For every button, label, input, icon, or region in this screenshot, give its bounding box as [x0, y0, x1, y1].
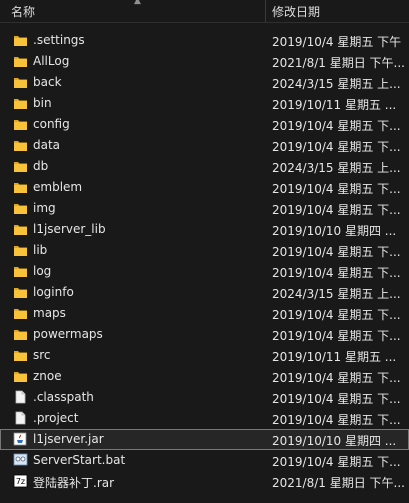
file-name: l1jserver_lib	[33, 222, 106, 236]
file-icon	[13, 411, 28, 425]
file-modified-date: 2019/10/4 星期五 下...	[272, 119, 401, 133]
file-name: loginfo	[33, 285, 74, 299]
file-modified-date: 2019/10/4 星期五 下...	[272, 371, 401, 385]
name-column-header[interactable]: 名称	[11, 3, 35, 20]
folder-icon	[13, 306, 28, 320]
file-name: emblem	[33, 180, 83, 194]
file-row[interactable]: AllLog 2021/8/1 星期日 下午...	[0, 51, 409, 72]
file-row[interactable]: ServerStart.bat 2019/10/4 星期五 下...	[0, 450, 409, 471]
file-modified-date: 2019/10/4 星期五 下...	[272, 413, 401, 427]
column-header: ▲ 名称 修改日期	[0, 0, 409, 23]
file-modified-date: 2019/10/4 星期五 下...	[272, 245, 401, 259]
file-modified-date: 2019/10/4 星期五 下...	[272, 455, 401, 469]
modified-date-column-header[interactable]: 修改日期	[272, 3, 320, 20]
file-modified-date: 2019/10/11 星期五 ...	[272, 350, 397, 364]
folder-icon	[13, 54, 28, 68]
file-name: 登陆器补丁.rar	[33, 476, 115, 490]
column-divider[interactable]	[265, 0, 266, 22]
file-row[interactable]: loginfo 2024/3/15 星期五 上...	[0, 282, 409, 303]
file-row[interactable]: .classpath 2019/10/4 星期五 下...	[0, 387, 409, 408]
file-row[interactable]: data 2019/10/4 星期五 下...	[0, 135, 409, 156]
file-modified-date: 2019/10/4 星期五 下...	[272, 203, 401, 217]
file-name: .settings	[33, 33, 85, 47]
file-name: bin	[33, 96, 52, 110]
file-modified-date: 2024/3/15 星期五 上...	[272, 77, 401, 91]
file-modified-date: 2024/3/15 星期五 上...	[272, 161, 401, 175]
file-icon	[13, 390, 28, 404]
file-name: log	[33, 264, 52, 278]
file-row[interactable]: back 2024/3/15 星期五 上...	[0, 72, 409, 93]
file-name: lib	[33, 243, 48, 257]
file-modified-date: 2019/10/4 星期五 下...	[272, 308, 401, 322]
folder-icon	[13, 201, 28, 215]
file-modified-date: 2024/3/15 星期五 上...	[272, 287, 401, 301]
folder-icon	[13, 180, 28, 194]
file-name: data	[33, 138, 61, 152]
file-list: .settings 2019/10/4 星期五 下午 AllLog 2021/8/1 …	[0, 30, 409, 492]
file-row[interactable]: l1jserver_lib 2019/10/10 星期四 ...	[0, 219, 409, 240]
sort-ascending-icon[interactable]: ▲	[134, 0, 144, 6]
file-modified-date: 2019/10/4 星期五 下...	[272, 329, 401, 343]
file-name: maps	[33, 306, 66, 320]
file-row[interactable]: 7z 登陆器补丁.rar 2021/8/1 星期日 下午...	[0, 471, 409, 492]
folder-icon	[13, 348, 28, 362]
file-name: back	[33, 75, 62, 89]
file-row[interactable]: config 2019/10/4 星期五 下...	[0, 114, 409, 135]
file-modified-date: 2021/8/1 星期日 下午...	[272, 476, 405, 490]
file-row[interactable]: lib 2019/10/4 星期五 下...	[0, 240, 409, 261]
file-modified-date: 2019/10/10 星期四 ...	[272, 224, 397, 238]
file-name: .classpath	[33, 390, 94, 404]
file-name: src	[33, 348, 51, 362]
file-row[interactable]: emblem 2019/10/4 星期五 下...	[0, 177, 409, 198]
file-name: config	[33, 117, 70, 131]
folder-icon	[13, 117, 28, 131]
svg-text:7z: 7z	[16, 477, 25, 486]
file-name: .project	[33, 411, 79, 425]
file-row[interactable]: powermaps 2019/10/4 星期五 下...	[0, 324, 409, 345]
file-modified-date: 2019/10/4 星期五 下...	[272, 182, 401, 196]
folder-icon	[13, 33, 28, 47]
file-modified-date: 2019/10/4 星期五 下...	[272, 392, 401, 406]
file-name: powermaps	[33, 327, 103, 341]
file-modified-date: 2019/10/4 星期五 下...	[272, 140, 401, 154]
file-explorer-list: ▲ 名称 修改日期 .settings 2019/10/4 星期五 下午 AllLo…	[0, 0, 409, 503]
file-row[interactable]: .project 2019/10/4 星期五 下...	[0, 408, 409, 429]
file-modified-date: 2019/10/11 星期五 ...	[272, 98, 397, 112]
jar-icon	[13, 432, 28, 446]
file-modified-date: 2019/10/10 星期四 ...	[272, 434, 397, 448]
folder-icon	[13, 243, 28, 257]
folder-icon	[13, 369, 28, 383]
rar-icon: 7z	[13, 474, 28, 488]
file-name: ServerStart.bat	[33, 453, 126, 467]
file-modified-date: 2019/10/4 星期五 下...	[272, 266, 401, 280]
file-row[interactable]: .settings 2019/10/4 星期五 下午	[0, 30, 409, 51]
file-row[interactable]: maps 2019/10/4 星期五 下...	[0, 303, 409, 324]
folder-icon	[13, 264, 28, 278]
bat-icon	[13, 453, 28, 467]
folder-icon	[13, 285, 28, 299]
file-row[interactable]: src 2019/10/11 星期五 ...	[0, 345, 409, 366]
file-row[interactable]: db 2024/3/15 星期五 上...	[0, 156, 409, 177]
file-name: znoe	[33, 369, 62, 383]
file-name: db	[33, 159, 49, 173]
file-row[interactable]: l1jserver.jar 2019/10/10 星期四 ...	[0, 429, 409, 450]
folder-icon	[13, 75, 28, 89]
file-name: img	[33, 201, 56, 215]
folder-icon	[13, 159, 28, 173]
file-row[interactable]: img 2019/10/4 星期五 下...	[0, 198, 409, 219]
folder-icon	[13, 327, 28, 341]
folder-icon	[13, 138, 28, 152]
file-modified-date: 2019/10/4 星期五 下午	[272, 35, 402, 49]
file-row[interactable]: bin 2019/10/11 星期五 ...	[0, 93, 409, 114]
file-name: AllLog	[33, 54, 70, 68]
folder-icon	[13, 96, 28, 110]
file-row[interactable]: znoe 2019/10/4 星期五 下...	[0, 366, 409, 387]
file-name: l1jserver.jar	[33, 432, 104, 446]
folder-icon	[13, 222, 28, 236]
file-row[interactable]: log 2019/10/4 星期五 下...	[0, 261, 409, 282]
file-modified-date: 2021/8/1 星期日 下午...	[272, 56, 405, 70]
